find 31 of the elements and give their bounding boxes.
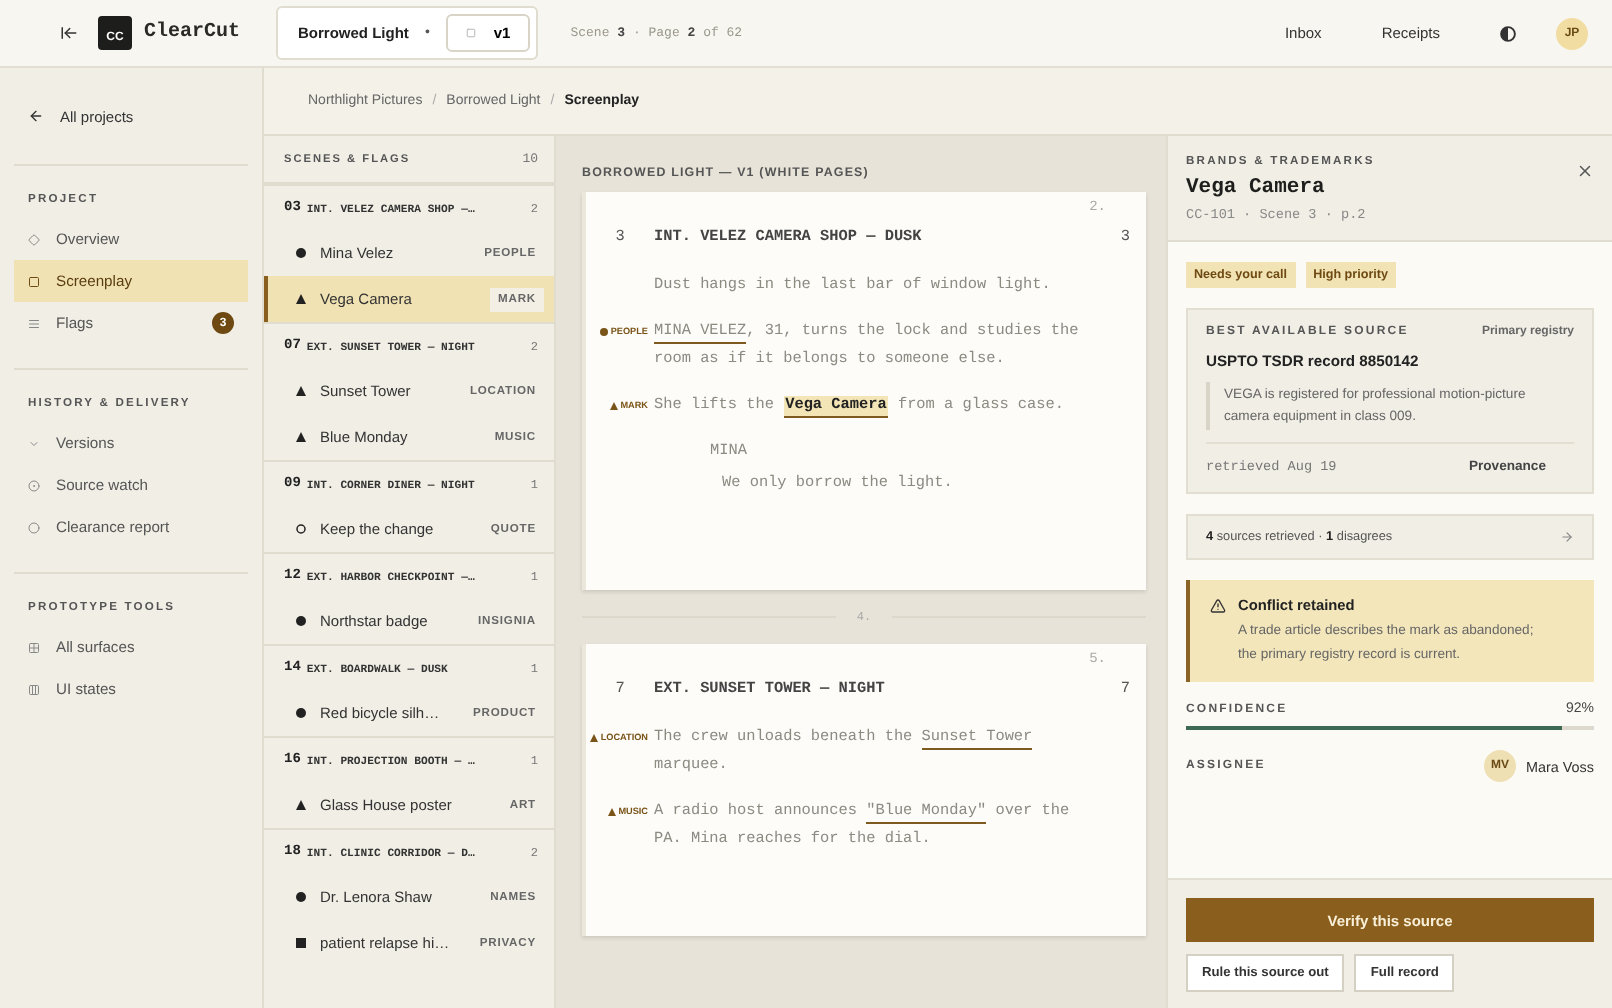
flag-title: Vega Camera (1186, 176, 1327, 200)
diamond-icon (28, 233, 40, 245)
lines-icon (28, 317, 40, 329)
dot-icon (296, 616, 306, 626)
dot-icon (600, 328, 609, 336)
triangle-icon (296, 386, 306, 396)
dot-icon (296, 892, 306, 902)
close-icon[interactable] (1576, 162, 1594, 180)
ring-icon (296, 524, 306, 534)
triangle-icon (296, 294, 306, 304)
triangle-icon (296, 800, 306, 810)
triangle-icon (608, 808, 617, 816)
circle-icon (28, 521, 40, 533)
dot-circle-icon (28, 479, 40, 491)
contrast-icon[interactable] (1500, 25, 1516, 41)
triangle-icon (296, 432, 306, 442)
grid-icon (28, 641, 40, 653)
triangle-icon (610, 402, 619, 410)
collapse-icon[interactable] (60, 24, 78, 42)
dot-icon (296, 708, 306, 718)
arrow-right-icon (1560, 530, 1574, 544)
warning-icon (1210, 598, 1226, 614)
dot-icon (296, 248, 306, 258)
arrow-left-icon (28, 108, 44, 124)
chevron-icon (28, 437, 40, 449)
triangle-icon (590, 734, 599, 742)
columns-icon (28, 683, 40, 695)
square-icon (296, 938, 306, 948)
square-icon (28, 275, 40, 287)
app-name: ClearCut (144, 22, 241, 44)
square-icon (465, 28, 476, 38)
